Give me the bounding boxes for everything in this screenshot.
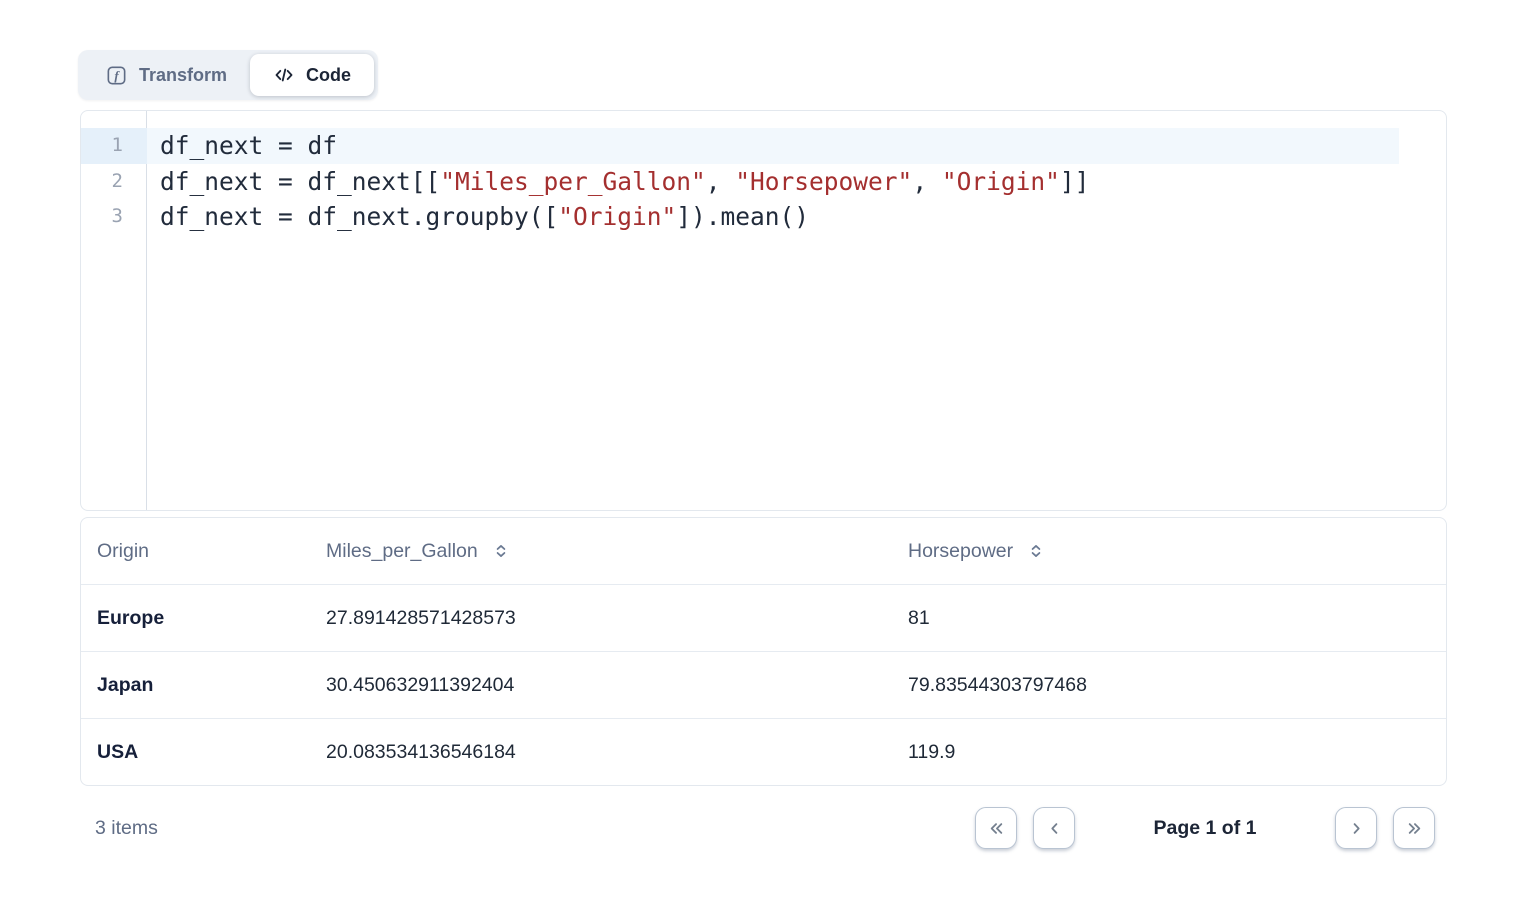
origin-cell: USA: [81, 741, 310, 764]
table-row: Europe 27.891428571428573 81: [81, 584, 1446, 651]
horsepower-cell: 119.9: [892, 741, 1446, 764]
line-number: 3: [81, 199, 147, 235]
table-row: USA 20.083534136546184 119.9: [81, 718, 1446, 785]
line-number: 2: [81, 164, 147, 200]
table-header-row: Origin Miles_per_Gallon Horsepower: [81, 518, 1446, 584]
origin-cell: Japan: [81, 674, 310, 697]
chevrons-right-icon: [1404, 818, 1425, 839]
line-number: 1: [81, 128, 147, 164]
items-count: 3 items: [95, 817, 158, 840]
sort-icon[interactable]: [1028, 543, 1044, 559]
tab-transform[interactable]: f Transform: [82, 54, 250, 96]
tab-transform-label: Transform: [139, 65, 227, 86]
code-line[interactable]: 2 df_next = df_next[["Miles_per_Gallon",…: [81, 164, 1446, 200]
view-toggle: f Transform Code: [78, 50, 378, 100]
column-header-horsepower[interactable]: Horsepower: [892, 540, 1446, 563]
chevron-right-icon: [1346, 818, 1367, 839]
svg-text:f: f: [114, 67, 120, 82]
code-line[interactable]: 1 df_next = df: [81, 128, 1446, 164]
page-indicator: Page 1 of 1: [1091, 817, 1319, 840]
sort-icon[interactable]: [493, 543, 509, 559]
prev-page-button[interactable]: [1033, 807, 1075, 849]
tab-code[interactable]: Code: [250, 54, 374, 96]
chevrons-left-icon: [986, 818, 1007, 839]
mpg-cell: 27.891428571428573: [310, 607, 892, 630]
last-page-button[interactable]: [1393, 807, 1435, 849]
table-footer: 3 items Page 1 of 1: [80, 788, 1447, 868]
column-header-origin: Origin: [81, 540, 310, 563]
table-row: Japan 30.450632911392404 79.835443037974…: [81, 651, 1446, 718]
code-editor[interactable]: 1 df_next = df 2 df_next = df_next[["Mil…: [80, 110, 1447, 511]
pagination: Page 1 of 1: [975, 807, 1435, 849]
first-page-button[interactable]: [975, 807, 1017, 849]
chevron-left-icon: [1044, 818, 1065, 839]
next-page-button[interactable]: [1335, 807, 1377, 849]
code-line[interactable]: 3 df_next = df_next.groupby(["Origin"]).…: [81, 199, 1446, 235]
horsepower-cell: 79.83544303797468: [892, 674, 1446, 697]
code-icon: [273, 64, 295, 86]
horsepower-cell: 81: [892, 607, 1446, 630]
tab-code-label: Code: [306, 65, 351, 86]
function-icon: f: [105, 64, 128, 87]
mpg-cell: 30.450632911392404: [310, 674, 892, 697]
mpg-cell: 20.083534136546184: [310, 741, 892, 764]
origin-cell: Europe: [81, 607, 310, 630]
results-table: Origin Miles_per_Gallon Horsepower Europ…: [80, 517, 1447, 786]
column-header-miles-per-gallon[interactable]: Miles_per_Gallon: [310, 540, 892, 563]
